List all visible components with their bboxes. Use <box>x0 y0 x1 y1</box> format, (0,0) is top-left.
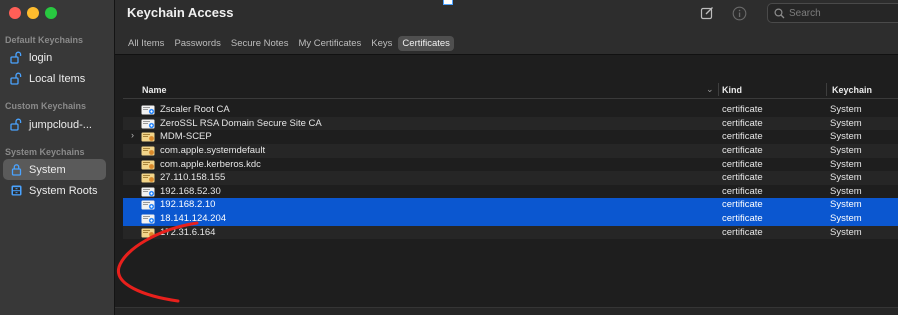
cell-kind: certificate <box>722 104 763 115</box>
cell-name: 172.31.6.164 <box>160 226 216 238</box>
sidebar-item-label: Local Items <box>29 72 86 85</box>
close-window-button[interactable] <box>9 7 21 19</box>
cell-kind: certificate <box>722 213 763 225</box>
root-certificate-icon <box>141 105 155 115</box>
category-tabs: All Items Passwords Secure Notes My Cert… <box>124 36 456 51</box>
cell-kind: certificate <box>722 117 763 129</box>
sidebar-section-default-keychains: Default Keychains <box>5 35 84 45</box>
search-input[interactable] <box>789 7 889 19</box>
tab-passwords[interactable]: Passwords <box>170 36 224 51</box>
column-header-kind[interactable]: Kind <box>722 85 742 95</box>
sort-chevron-icon[interactable]: ⌄ <box>706 84 714 95</box>
intermediate-certificate-icon <box>141 119 155 129</box>
cell-keychain: System <box>830 158 862 170</box>
cell-keychain: System <box>830 144 862 156</box>
table-row[interactable]: com.apple.systemdefault certificate System <box>123 143 898 158</box>
table-body: Zscaler Root CA certificate System ZeroSSL … <box>123 103 898 240</box>
window-marker <box>443 0 453 5</box>
certificate-icon <box>141 173 155 183</box>
certificate-icon <box>141 187 155 197</box>
sidebar: Default Keychains login Local Items Cust… <box>0 0 115 315</box>
status-bar <box>115 307 898 315</box>
cell-keychain: System <box>830 172 862 184</box>
sidebar-item-system[interactable]: System <box>3 159 106 180</box>
sidebar-item-label: jumpcloud-... <box>29 118 92 131</box>
cell-keychain: System <box>830 213 862 225</box>
main-panel: Keychain Access All Items Passwords Secu… <box>115 0 898 315</box>
table-row[interactable]: ZeroSSL RSA Domain Secure Site CA certifi… <box>123 116 898 131</box>
cell-kind: certificate <box>722 158 763 170</box>
cell-kind: certificate <box>722 199 763 211</box>
zoom-window-button[interactable] <box>45 7 57 19</box>
column-header-keychain[interactable]: Keychain <box>832 85 872 95</box>
edit-icon[interactable] <box>699 5 715 21</box>
cell-kind: certificate <box>722 172 763 184</box>
column-divider[interactable] <box>718 83 719 96</box>
cell-keychain: System <box>830 185 862 197</box>
sidebar-item-jumpcloud[interactable]: jumpcloud-... <box>3 114 106 135</box>
table-row[interactable]: 192.168.2.10 certificate System <box>123 198 898 213</box>
sidebar-item-label: login <box>29 51 53 64</box>
unlocked-icon <box>9 51 23 65</box>
cell-name: 192.168.2.10 <box>160 199 216 211</box>
certificate-icon <box>141 200 155 210</box>
toolbar: Keychain Access All Items Passwords Secu… <box>115 0 898 55</box>
sidebar-item-label: System Roots <box>29 184 98 197</box>
cell-kind: certificate <box>722 226 763 238</box>
cell-keychain: System <box>830 199 862 211</box>
cell-name: MDM-SCEP <box>160 131 212 143</box>
tab-keys[interactable]: Keys <box>367 36 396 51</box>
cell-name: com.apple.systemdefault <box>160 144 266 156</box>
certificate-icon <box>141 228 155 238</box>
cell-keychain: System <box>830 104 862 115</box>
cell-keychain: System <box>830 117 862 129</box>
cell-kind: certificate <box>722 144 763 156</box>
sidebar-item-label: System <box>29 163 66 176</box>
cell-name: Zscaler Root CA <box>160 104 230 115</box>
cell-kind: certificate <box>722 185 763 197</box>
tab-all-items[interactable]: All Items <box>124 36 168 51</box>
unlocked-icon <box>9 72 23 86</box>
info-icon[interactable] <box>731 5 747 21</box>
cell-keychain: System <box>830 226 862 238</box>
sidebar-item-local-items[interactable]: Local Items <box>3 68 106 89</box>
cell-keychain: System <box>830 131 862 143</box>
sidebar-item-system-roots[interactable]: System Roots <box>3 180 106 201</box>
table-row[interactable]: com.apple.kerberos.kdc certificate System <box>123 158 898 172</box>
cell-name: 27.110.158.155 <box>160 172 226 184</box>
minimize-window-button[interactable] <box>27 7 39 19</box>
sidebar-item-login[interactable]: login <box>3 47 106 68</box>
column-divider[interactable] <box>826 83 827 96</box>
certificate-icon <box>141 146 155 156</box>
table-row[interactable]: 192.168.52.30 certificate System <box>123 185 898 199</box>
table-header: Name ⌄ Kind Keychain <box>123 81 898 99</box>
search-field[interactable] <box>767 3 898 23</box>
certificate-icon <box>141 214 155 224</box>
table-row[interactable]: Zscaler Root CA certificate System <box>123 103 898 117</box>
table-row[interactable]: 18.141.124.204 certificate System <box>123 212 898 226</box>
certificate-icon <box>141 132 155 142</box>
app-title: Keychain Access <box>127 5 234 20</box>
cell-kind: certificate <box>722 131 763 143</box>
sidebar-section-system-keychains: System Keychains <box>5 147 85 157</box>
cell-name: ZeroSSL RSA Domain Secure Site CA <box>160 117 322 129</box>
cell-name: 192.168.52.30 <box>160 185 221 197</box>
certificate-icon <box>141 160 155 170</box>
search-icon <box>774 7 785 19</box>
cabinet-icon <box>9 184 23 198</box>
tab-my-certificates[interactable]: My Certificates <box>294 36 365 51</box>
table-row[interactable]: › MDM-SCEP certificate System <box>123 130 898 144</box>
table-row[interactable]: 27.110.158.155 certificate System <box>123 171 898 185</box>
tab-certificates[interactable]: Certificates <box>398 36 454 51</box>
tab-secure-notes[interactable]: Secure Notes <box>227 36 293 51</box>
cell-name: 18.141.124.204 <box>160 213 227 225</box>
locked-icon <box>9 163 23 177</box>
column-header-name[interactable]: Name <box>142 85 167 95</box>
unlocked-icon <box>9 118 23 132</box>
table-row[interactable]: 172.31.6.164 certificate System <box>123 225 898 240</box>
cell-name: com.apple.kerberos.kdc <box>160 158 261 170</box>
disclosure-chevron-icon[interactable]: › <box>131 130 134 140</box>
sidebar-section-custom-keychains: Custom Keychains <box>5 101 87 111</box>
